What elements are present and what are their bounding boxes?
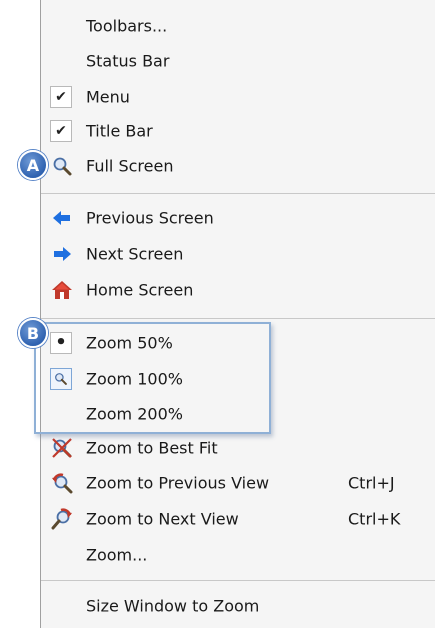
menu-item-zoom-100[interactable]: Zoom 100% — [41, 361, 435, 397]
menu-item-label: Zoom to Best Fit — [86, 438, 218, 458]
menu-item-label: Full Screen — [86, 156, 174, 176]
magnifier-icon — [51, 155, 73, 177]
menu-item-zoom-best-fit[interactable]: Zoom to Best Fit — [41, 430, 435, 466]
menu-item-label: Size Window to Zoom — [86, 596, 260, 616]
menu-item-zoom-200[interactable]: Zoom 200% — [41, 396, 435, 432]
arrow-right-icon — [51, 243, 73, 265]
menu-item-status-bar[interactable]: Status Bar — [41, 43, 435, 79]
menu-separator — [41, 318, 435, 319]
zoom-next-icon — [51, 508, 73, 530]
menu-item-next-screen[interactable]: Next Screen — [41, 236, 435, 272]
home-icon — [51, 279, 73, 301]
menu-item-zoom-50[interactable]: • Zoom 50% — [41, 325, 435, 361]
menu-item-full-screen[interactable]: Full Screen — [41, 148, 435, 184]
view-menu: Toolbars... Status Bar ✔ Menu ✔ Title Ba… — [40, 0, 435, 628]
menu-item-label: Zoom to Next View — [86, 509, 239, 529]
callout-badge-b: B — [18, 318, 48, 348]
menu-item-menu[interactable]: ✔ Menu — [41, 79, 435, 115]
checkmark-icon: ✔ — [50, 120, 72, 142]
shortcut-label: Ctrl+J — [348, 473, 395, 493]
callout-badge-a: A — [18, 150, 48, 180]
menu-item-home-screen[interactable]: Home Screen — [41, 272, 435, 308]
menu-item-label: Zoom 200% — [86, 404, 183, 424]
menu-separator — [41, 580, 435, 581]
menu-item-label: Zoom... — [86, 545, 148, 565]
menu-item-label: Next Screen — [86, 244, 184, 264]
zoom-previous-icon — [51, 472, 73, 494]
menu-separator — [41, 193, 435, 194]
menu-item-label: Toolbars... — [86, 16, 168, 36]
menu-item-label: Status Bar — [86, 51, 170, 71]
menu-item-label: Zoom to Previous View — [86, 473, 270, 493]
shortcut-label: Ctrl+K — [348, 509, 401, 529]
menu-item-label: Zoom 50% — [86, 333, 173, 353]
zoom-best-fit-icon — [51, 437, 73, 459]
menu-item-label: Menu — [86, 87, 130, 107]
menu-item-previous-screen[interactable]: Previous Screen — [41, 200, 435, 236]
menu-item-label: Zoom 100% — [86, 369, 183, 389]
zoom-box-icon — [50, 368, 72, 390]
menu-item-label: Previous Screen — [86, 208, 214, 228]
menu-item-label: Title Bar — [86, 121, 153, 141]
menu-item-title-bar[interactable]: ✔ Title Bar — [41, 113, 435, 149]
checkmark-icon: ✔ — [50, 86, 72, 108]
radio-dot-icon: • — [50, 332, 72, 354]
menu-item-toolbars[interactable]: Toolbars... — [41, 8, 435, 44]
menu-item-zoom-previous-view[interactable]: Zoom to Previous View Ctrl+J — [41, 465, 435, 501]
arrow-left-icon — [51, 207, 73, 229]
menu-item-zoom-dialog[interactable]: Zoom... — [41, 537, 435, 573]
menu-item-zoom-next-view[interactable]: Zoom to Next View Ctrl+K — [41, 501, 435, 537]
menu-item-size-window-to-zoom[interactable]: Size Window to Zoom — [41, 588, 435, 624]
menu-item-label: Home Screen — [86, 280, 194, 300]
